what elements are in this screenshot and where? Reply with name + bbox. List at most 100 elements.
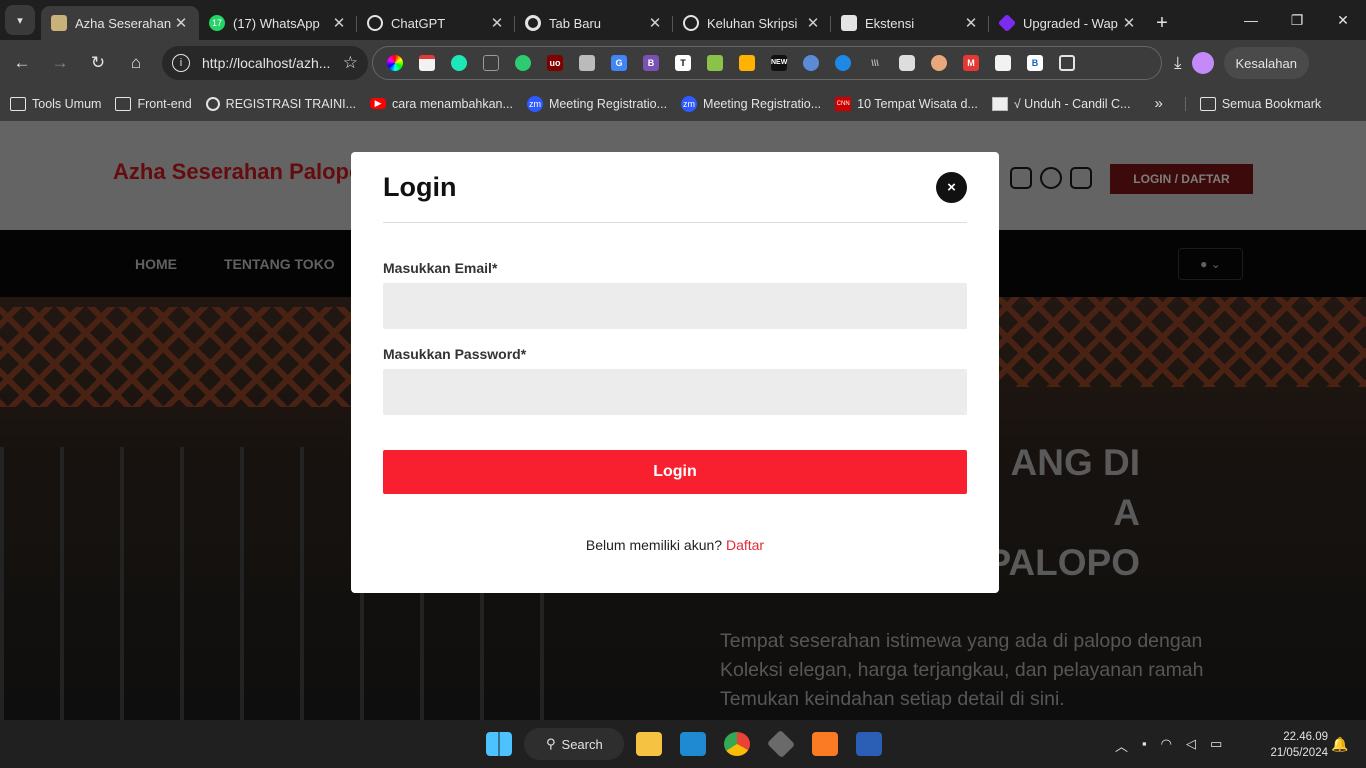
address-bar[interactable]: i http://localhost/azh... ☆ bbox=[162, 46, 368, 80]
close-icon[interactable]: ✕ bbox=[647, 14, 663, 32]
tab-title: Tab Baru bbox=[549, 15, 602, 31]
close-icon[interactable]: ✕ bbox=[963, 14, 979, 32]
whatsapp-icon: 17 bbox=[209, 15, 225, 31]
password-field[interactable] bbox=[383, 369, 967, 415]
flag-icon[interactable]: ▪ bbox=[1142, 736, 1147, 755]
bird-extension-icon[interactable] bbox=[443, 50, 475, 76]
bookmark-zoom-2[interactable]: zm Meeting Registratio... bbox=[681, 95, 822, 112]
mail-extension-icon[interactable]: M bbox=[955, 50, 987, 76]
pixel-extension-icon[interactable] bbox=[699, 50, 731, 76]
bookmark-zoom-1[interactable]: zm Meeting Registratio... bbox=[526, 95, 667, 112]
tab-keluhan-skripsi[interactable]: Keluhan Skripsi ✕ bbox=[673, 6, 831, 40]
compass-extension-icon[interactable] bbox=[795, 50, 827, 76]
tab-ekstensi[interactable]: Ekstensi ✕ bbox=[831, 6, 989, 40]
close-icon[interactable]: × bbox=[936, 172, 967, 203]
taskbar-clock[interactable]: 22.46.09 21/05/2024 bbox=[1258, 729, 1328, 761]
bookmark-youtube[interactable]: ▶ cara menambahkan... bbox=[370, 97, 513, 111]
chart-extension-icon[interactable] bbox=[731, 50, 763, 76]
bookmark-unduh[interactable]: √ Unduh - Candil C... bbox=[991, 96, 1131, 111]
new-tab-button[interactable]: + bbox=[1147, 6, 1177, 40]
bookmark-star-icon[interactable]: ☆ bbox=[343, 53, 358, 73]
wifi-icon[interactable]: ◠ bbox=[1161, 736, 1172, 755]
bookmark-label: REGISTRASI TRAINI... bbox=[225, 96, 357, 111]
ublock-extension-icon[interactable]: uo bbox=[539, 50, 571, 76]
wappalyzer-icon bbox=[997, 13, 1017, 33]
chrome-icon[interactable] bbox=[724, 732, 750, 756]
globe-icon bbox=[205, 96, 220, 111]
download-icon[interactable]: ⤓ bbox=[1174, 53, 1182, 73]
battery-icon[interactable]: ▭ bbox=[1210, 736, 1222, 755]
sync-extension-icon[interactable] bbox=[827, 50, 859, 76]
minimize-button[interactable]: — bbox=[1228, 0, 1274, 40]
ruler-extension-icon[interactable] bbox=[475, 50, 507, 76]
profile-avatar[interactable] bbox=[1191, 52, 1214, 74]
bookmark-label: Tools Umum bbox=[32, 96, 102, 111]
signup-text: Belum memiliki akun? bbox=[585, 537, 723, 553]
tab-title: Ekstensi bbox=[865, 15, 915, 31]
site-info-icon[interactable]: i bbox=[172, 54, 190, 72]
bookmark-label: √ Unduh - Candil C... bbox=[1013, 96, 1131, 111]
eye-extension-icon[interactable] bbox=[507, 50, 539, 76]
login-modal: Login × Masukkan Email* Masukkan Passwor… bbox=[351, 152, 999, 593]
close-window-button[interactable]: ✕ bbox=[1320, 0, 1366, 40]
bookmark-label: Meeting Registratio... bbox=[703, 96, 822, 111]
chatgpt-icon bbox=[367, 15, 383, 31]
vscode-icon[interactable] bbox=[680, 732, 706, 756]
tab-azha-seserahan[interactable]: Azha Seserahan ✕ bbox=[41, 6, 199, 40]
color-picker-extension-icon[interactable] bbox=[379, 50, 411, 76]
home-button[interactable]: ⌂ bbox=[120, 47, 152, 79]
volume-icon[interactable]: ◁ bbox=[1186, 736, 1196, 755]
bootstrap-extension-icon[interactable]: B bbox=[635, 50, 667, 76]
eyes-extension-icon[interactable] bbox=[923, 50, 955, 76]
bookmark-front-end[interactable]: Front-end bbox=[115, 96, 192, 111]
reload-button[interactable]: ↻ bbox=[82, 47, 114, 79]
error-button[interactable]: Kesalahan bbox=[1223, 47, 1309, 79]
more-bookmarks-button[interactable]: » bbox=[1154, 95, 1162, 112]
wappalyzer-extension-icon[interactable]: \\\ bbox=[859, 50, 891, 76]
restore-button[interactable]: ❐ bbox=[1274, 0, 1320, 40]
signup-prompt: Belum memiliki akun? Daftar bbox=[351, 537, 999, 553]
camera-extension-icon[interactable] bbox=[891, 50, 923, 76]
forward-button[interactable]: → bbox=[44, 47, 76, 79]
windows-start-icon[interactable] bbox=[486, 732, 512, 756]
tab-chatgpt[interactable]: ChatGPT ✕ bbox=[357, 6, 515, 40]
chrome-icon bbox=[525, 15, 541, 31]
search-icon: ⚲ bbox=[546, 736, 556, 751]
new-extension-icon[interactable]: NEW bbox=[763, 50, 795, 76]
close-icon[interactable]: ✕ bbox=[331, 14, 347, 32]
notes-extension-icon[interactable] bbox=[411, 50, 443, 76]
chevron-up-icon[interactable]: ︿ bbox=[1115, 736, 1128, 755]
google-translate-extension-icon[interactable]: G bbox=[603, 50, 635, 76]
tab-wappalyzer[interactable]: Upgraded - Wap ✕ bbox=[989, 6, 1147, 40]
tab-search-button[interactable]: ▾ bbox=[5, 5, 35, 35]
touch-extension-icon[interactable] bbox=[571, 50, 603, 76]
xampp-icon[interactable] bbox=[812, 732, 838, 756]
notification-bell-icon[interactable]: 🔔 bbox=[1331, 736, 1348, 753]
close-icon[interactable]: ✕ bbox=[489, 14, 505, 32]
file-explorer-icon[interactable] bbox=[636, 732, 662, 756]
taskbar-search[interactable]: ⚲ Search bbox=[524, 728, 624, 760]
taskbar: ⚲ Search ︿ ▪ ◠ ◁ ▭ 22.46.09 21/05/2024 🔔 bbox=[0, 720, 1366, 768]
system-tray: ︿ ▪ ◠ ◁ ▭ bbox=[1115, 736, 1222, 755]
close-icon[interactable]: ✕ bbox=[805, 14, 821, 32]
back-button[interactable]: ← bbox=[6, 47, 38, 79]
close-icon[interactable]: ✕ bbox=[173, 14, 189, 32]
daftar-link[interactable]: Daftar bbox=[726, 537, 764, 553]
puzzle-extensions-icon[interactable] bbox=[1051, 50, 1083, 76]
url-text[interactable]: http://localhost/azh... bbox=[202, 55, 335, 71]
b-extension-icon[interactable]: B bbox=[1019, 50, 1051, 76]
folder-icon bbox=[1199, 96, 1216, 111]
sourcetree-icon[interactable] bbox=[766, 729, 796, 759]
email-field[interactable] bbox=[383, 283, 967, 329]
close-icon[interactable]: ✕ bbox=[1121, 14, 1137, 32]
document-extension-icon[interactable] bbox=[987, 50, 1019, 76]
word-icon[interactable] bbox=[856, 732, 882, 756]
text-extension-icon[interactable]: T bbox=[667, 50, 699, 76]
tab-whatsapp[interactable]: 17 (17) WhatsApp ✕ bbox=[199, 6, 357, 40]
tab-new-tab[interactable]: Tab Baru ✕ bbox=[515, 6, 673, 40]
bookmark-cnn[interactable]: CNN 10 Tempat Wisata d... bbox=[835, 96, 978, 111]
bookmark-registrasi[interactable]: REGISTRASI TRAINI... bbox=[205, 96, 357, 111]
all-bookmarks[interactable]: Semua Bookmark bbox=[1184, 96, 1321, 111]
login-submit-button[interactable]: Login bbox=[383, 450, 967, 494]
bookmark-tools-umum[interactable]: Tools Umum bbox=[10, 96, 102, 111]
